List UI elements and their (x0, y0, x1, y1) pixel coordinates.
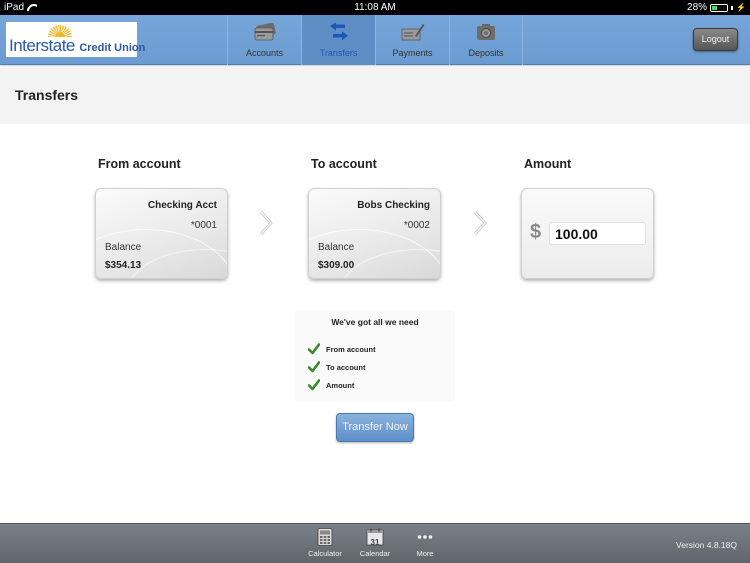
camera-icon (477, 24, 495, 40)
to-balance-label: Balance (318, 242, 355, 253)
tab-transfers[interactable]: Transfers (301, 15, 375, 65)
calculator-label: Calculator (308, 549, 342, 558)
checkmark-icon (308, 343, 320, 355)
app-version: Version 4.8.18Q (676, 540, 737, 550)
checklist-item: To account (308, 361, 365, 373)
chevron-right-icon (473, 210, 487, 236)
dollar-sign: $ (530, 221, 542, 243)
logo: Interstate Credit Union (6, 22, 145, 57)
checklist-item: Amount (308, 379, 354, 391)
main-tabs: Accounts Transfers Payments Deposits (227, 15, 523, 65)
credit-card-icon (254, 23, 276, 41)
more-button[interactable]: More (403, 528, 447, 558)
status-bar: iPad 11:08 AM 28% ⚡ (0, 0, 750, 15)
amount-card: $ 100.00 (521, 188, 654, 279)
amount-input[interactable]: 100.00 (549, 222, 646, 245)
logo-text-sub: Credit Union (79, 42, 146, 54)
tab-label: Deposits (468, 48, 504, 58)
more-dots-icon (417, 535, 433, 539)
calendar-label: Calendar (359, 549, 391, 558)
chevron-right-icon (259, 210, 273, 236)
logo-text-main: Interstate (9, 36, 75, 55)
from-balance-label: Balance (105, 242, 142, 253)
bottom-toolbar: Calculator 31 Calendar More Version 4.8.… (0, 523, 750, 563)
checklist-item-label: To account (326, 362, 366, 372)
more-label: More (416, 549, 434, 558)
tab-label: Accounts (245, 48, 284, 58)
transfer-now-button[interactable]: Transfer Now (336, 413, 414, 442)
checklist-heading: We've got all we need (331, 317, 419, 327)
transfer-arrows-icon (329, 23, 348, 41)
to-account-label: To account (311, 157, 377, 171)
check-pen-icon (401, 24, 424, 41)
calendar-button[interactable]: 31 Calendar (353, 528, 397, 558)
from-account-number: *0001 (190, 220, 217, 231)
page-title: Transfers (15, 87, 79, 103)
calculator-button[interactable]: Calculator (303, 528, 347, 558)
from-account-label: From account (98, 157, 181, 171)
status-time: 11:08 AM (354, 2, 396, 13)
battery-percent: 28% (687, 2, 708, 13)
tab-label: Payments (392, 48, 433, 58)
to-balance-value: $309.00 (318, 260, 355, 271)
calculator-icon (317, 528, 333, 546)
checkmark-icon (308, 379, 320, 391)
to-account-name: Bobs Checking (357, 200, 430, 211)
from-account-card[interactable]: Checking Acct *0001 Balance $354.13 (95, 188, 228, 279)
tab-accounts[interactable]: Accounts (227, 15, 301, 65)
to-account-card[interactable]: Bobs Checking *0002 Balance $309.00 (308, 188, 441, 279)
checklist-panel: We've got all we need From account To ac… (295, 310, 455, 402)
from-balance-value: $354.13 (105, 260, 142, 271)
checklist-item-label: Amount (326, 380, 355, 390)
page-title-bar: Transfers (0, 66, 750, 124)
battery-icon (710, 3, 729, 12)
checklist-item: From account (308, 343, 376, 355)
battery-tip (731, 5, 734, 10)
checklist-item-label: From account (326, 344, 376, 354)
charging-icon: ⚡ (736, 3, 746, 12)
tab-payments[interactable]: Payments (375, 15, 449, 65)
to-account-number: *0002 (403, 220, 430, 231)
tab-label: Transfers (319, 48, 358, 58)
logout-button[interactable]: Logout (693, 28, 738, 51)
checkmark-icon (308, 361, 320, 373)
from-account-name: Checking Acct (147, 200, 217, 211)
tab-deposits[interactable]: Deposits (449, 15, 523, 65)
nav-bar: Interstate Credit Union Accounts Transfe… (0, 15, 750, 65)
amount-label: Amount (524, 157, 572, 171)
calendar-day: 31 (370, 538, 380, 547)
